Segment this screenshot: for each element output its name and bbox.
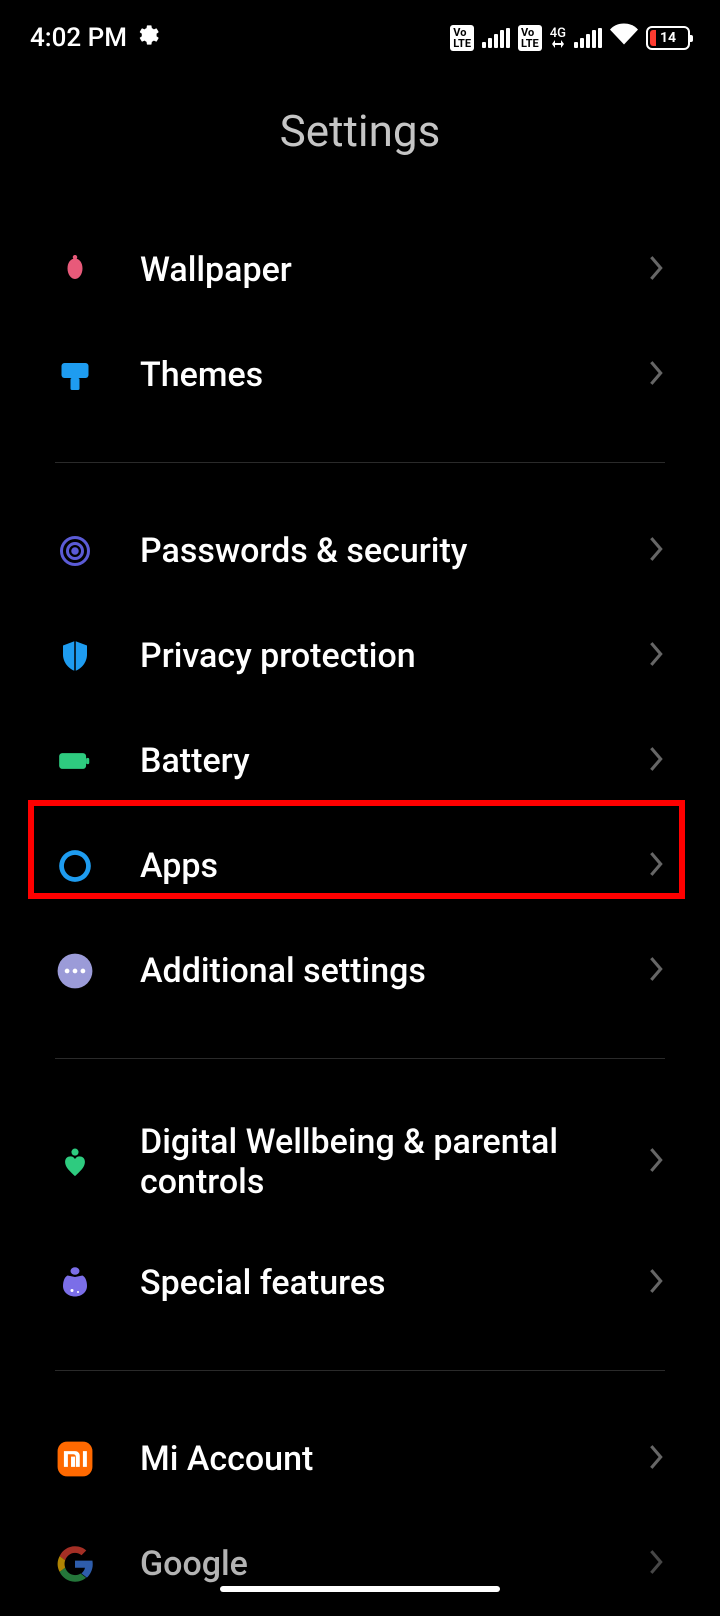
row-label: Passwords & security: [140, 531, 647, 571]
status-time: 4:02 PM: [30, 23, 127, 53]
divider: [55, 1370, 665, 1371]
chevron-right-icon: [647, 1146, 665, 1178]
shield-icon: [55, 636, 95, 676]
row-label: Additional settings: [140, 951, 647, 991]
more-icon: [55, 951, 95, 991]
settings-row-mi-account[interactable]: Mi Account: [0, 1406, 720, 1511]
settings-row-passwords[interactable]: Passwords & security: [0, 498, 720, 603]
settings-running-icon: [137, 23, 159, 53]
chevron-right-icon: [647, 1267, 665, 1299]
settings-row-themes[interactable]: Themes: [0, 322, 720, 427]
row-label: Themes: [140, 355, 647, 395]
chevron-right-icon: [647, 640, 665, 672]
apps-icon: [55, 846, 95, 886]
chevron-right-icon: [647, 359, 665, 391]
chevron-right-icon: [647, 1443, 665, 1475]
settings-row-privacy[interactable]: Privacy protection: [0, 603, 720, 708]
themes-icon: [55, 355, 95, 395]
row-label: Digital Wellbeing & parental controls: [140, 1122, 647, 1202]
settings-row-special[interactable]: Special features: [0, 1230, 720, 1335]
row-label: Mi Account: [140, 1439, 647, 1479]
battery-icon: [55, 741, 95, 781]
page-title: Settings: [0, 65, 720, 217]
settings-list: Wallpaper Themes Passwords & security Pr…: [0, 217, 720, 1616]
chevron-right-icon: [647, 1548, 665, 1580]
status-right: VoLTE VoLTE 4G 14: [450, 20, 690, 55]
settings-row-apps[interactable]: Apps: [0, 813, 720, 918]
settings-row-wellbeing[interactable]: Digital Wellbeing & parental controls: [0, 1094, 720, 1230]
chevron-right-icon: [647, 850, 665, 882]
row-label: Battery: [140, 741, 647, 781]
row-label: Google: [140, 1544, 647, 1584]
wellbeing-icon: [55, 1142, 95, 1182]
chevron-right-icon: [647, 254, 665, 286]
settings-row-additional[interactable]: Additional settings: [0, 918, 720, 1023]
settings-row-wallpaper[interactable]: Wallpaper: [0, 217, 720, 322]
special-icon: [55, 1263, 95, 1303]
wallpaper-icon: [55, 250, 95, 290]
chevron-right-icon: [647, 535, 665, 567]
battery-icon: 14: [646, 26, 690, 50]
chevron-right-icon: [647, 745, 665, 777]
signal-icon-1: [482, 28, 510, 48]
home-indicator[interactable]: [220, 1586, 500, 1592]
volte-icon-1: VoLTE: [450, 25, 474, 51]
google-icon: [55, 1544, 95, 1584]
row-label: Privacy protection: [140, 636, 647, 676]
chevron-right-icon: [647, 955, 665, 987]
status-bar: 4:02 PM VoLTE VoLTE 4G 14: [0, 0, 720, 65]
mi-icon: [55, 1439, 95, 1479]
signal-icon-2: [574, 28, 602, 48]
divider: [55, 1058, 665, 1059]
divider: [55, 462, 665, 463]
wifi-icon: [610, 20, 638, 55]
fingerprint-icon: [55, 531, 95, 571]
settings-row-google[interactable]: Google: [0, 1511, 720, 1616]
row-label: Wallpaper: [140, 250, 647, 290]
settings-row-battery[interactable]: Battery: [0, 708, 720, 813]
status-left: 4:02 PM: [30, 23, 159, 53]
row-label: Special features: [140, 1263, 647, 1303]
network-type: 4G: [550, 27, 566, 48]
row-label: Apps: [140, 846, 647, 886]
volte-icon-2: VoLTE: [518, 25, 542, 51]
